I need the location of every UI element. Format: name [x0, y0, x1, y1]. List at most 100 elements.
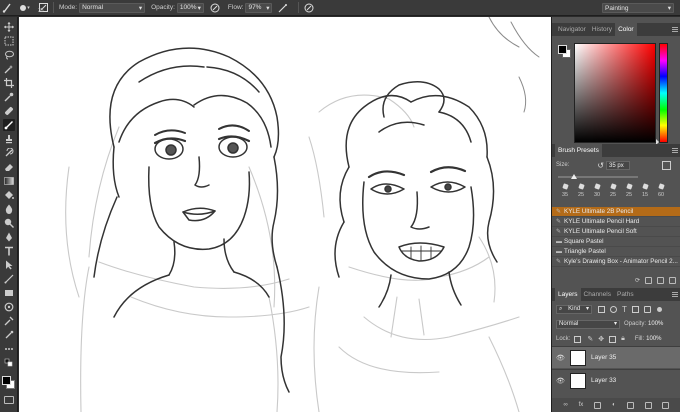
size-field[interactable]: 35 px: [606, 160, 631, 170]
eye-icon[interactable]: 👁︎: [556, 354, 566, 362]
brush-preset-item[interactable]: ▬ Square Pastel: [552, 237, 680, 247]
trash-icon[interactable]: [669, 277, 676, 284]
panel-menu-icon[interactable]: [672, 292, 678, 297]
tab-channels[interactable]: Channels: [581, 288, 614, 301]
eyedropper-tool-icon[interactable]: [3, 91, 15, 103]
size-slider-handle[interactable]: [571, 174, 577, 179]
brush-tip[interactable]: 15: [638, 183, 652, 207]
brush-alt-tool-icon[interactable]: [3, 329, 15, 341]
tab-navigator[interactable]: Navigator: [555, 23, 589, 36]
healing-brush-tool-icon[interactable]: [3, 105, 15, 117]
panel-menu-icon[interactable]: [672, 148, 678, 153]
quick-mask-icon[interactable]: [4, 396, 14, 404]
rotate-view-tool-icon[interactable]: [3, 301, 15, 313]
eye-icon[interactable]: 👁︎: [556, 377, 566, 385]
opacity-value: 100%: [179, 4, 197, 11]
filter-pixel-icon[interactable]: [598, 305, 605, 313]
hand-tool-icon[interactable]: [3, 287, 15, 299]
pressure-size-icon[interactable]: [302, 2, 316, 14]
mode-select[interactable]: Normal ▾: [79, 2, 146, 13]
brush-settings-icon[interactable]: [645, 277, 652, 284]
zoom-tool-icon[interactable]: [3, 315, 15, 327]
kind-filter-select[interactable]: ⌕ Kind ▾: [556, 304, 592, 314]
lock-all-icon[interactable]: 🔒︎: [621, 335, 625, 343]
reset-size-icon[interactable]: ↺: [597, 161, 604, 170]
tab-history[interactable]: History: [589, 23, 615, 36]
brush-tip[interactable]: 25: [622, 183, 636, 207]
pen-tool-icon[interactable]: [3, 231, 15, 243]
filter-shape-icon[interactable]: [631, 305, 639, 313]
eraser-tool-icon[interactable]: [3, 161, 15, 173]
adjustment-layer-icon[interactable]: ◐: [612, 402, 616, 408]
brush-tip[interactable]: 25: [574, 183, 588, 207]
blend-mode-select[interactable]: Normal ▾: [556, 319, 620, 329]
lock-pixels-icon[interactable]: ✎: [587, 335, 593, 343]
filter-adjustment-icon[interactable]: [610, 305, 617, 313]
fill-value[interactable]: 100%: [646, 336, 661, 342]
brush-tool-icon[interactable]: [0, 2, 14, 14]
layer-row[interactable]: 👁︎ Layer 33: [552, 369, 680, 391]
hue-slider[interactable]: [659, 43, 668, 143]
flow-field[interactable]: 97% ▾: [245, 2, 273, 13]
path-selection-tool-icon[interactable]: [3, 259, 15, 271]
tab-layers[interactable]: Layers: [555, 288, 581, 301]
crop-tool-icon[interactable]: [3, 77, 15, 89]
airbrush-icon[interactable]: [276, 2, 290, 14]
tab-color[interactable]: Color: [615, 23, 637, 36]
brush-preset-item[interactable]: ✎ Kyle's Drawing Box - Animator Pencil 2.…: [552, 257, 680, 267]
more-tools-icon[interactable]: [3, 343, 15, 355]
brush-preset-item[interactable]: ✎ KYLE Ultimate Pencil Hard: [552, 217, 680, 227]
color-picker-field[interactable]: [574, 43, 656, 143]
brush-preset-item[interactable]: ✎ KYLE Ultimate Pencil Soft: [552, 227, 680, 237]
brush-tip[interactable]: 30: [590, 183, 604, 207]
filter-smart-object-icon[interactable]: [643, 305, 651, 313]
toggle-brush-panel-icon[interactable]: ⟳: [635, 277, 640, 284]
document-canvas[interactable]: [19, 17, 551, 412]
marquee-tool-icon[interactable]: [3, 35, 15, 47]
rectangle-tool-icon[interactable]: [3, 273, 15, 285]
add-mask-icon[interactable]: [594, 401, 602, 409]
move-tool-icon[interactable]: [3, 21, 15, 33]
lasso-tool-icon[interactable]: [3, 49, 15, 61]
new-brush-icon[interactable]: [657, 277, 664, 284]
brush-tip[interactable]: 25: [606, 183, 620, 207]
brush-preset-item[interactable]: ▬ Triangle Pastel: [552, 247, 680, 257]
brush-preset-item[interactable]: ✎ KYLE Ultimate 2B Pencil: [552, 207, 680, 217]
new-group-icon[interactable]: [626, 401, 634, 409]
blur-tool-icon[interactable]: [3, 203, 15, 215]
new-preset-icon[interactable]: [662, 161, 671, 170]
trash-icon[interactable]: [662, 401, 670, 409]
filter-type-icon[interactable]: T: [622, 305, 627, 314]
brush-tip[interactable]: 60: [654, 183, 668, 207]
history-brush-tool-icon[interactable]: [3, 147, 15, 159]
gradient-tool-icon[interactable]: [3, 175, 15, 187]
quick-selection-tool-icon[interactable]: [3, 63, 15, 75]
type-tool-icon[interactable]: [3, 245, 15, 257]
lock-artboard-icon[interactable]: [609, 335, 617, 343]
clone-stamp-tool-icon[interactable]: [3, 133, 15, 145]
paint-bucket-tool-icon[interactable]: [3, 189, 15, 201]
opacity-field[interactable]: 100% ▾: [176, 2, 204, 13]
workspace-switcher[interactable]: Painting ▾: [602, 3, 674, 13]
foreground-color-swatch[interactable]: [2, 376, 11, 385]
brush-tool-icon[interactable]: [3, 119, 15, 131]
panel-menu-icon[interactable]: [672, 27, 678, 32]
default-colors-icon[interactable]: [3, 357, 15, 369]
pressure-opacity-icon[interactable]: [208, 2, 222, 14]
link-layers-icon[interactable]: ∞: [563, 402, 567, 408]
opacity-value[interactable]: 100%: [648, 321, 663, 327]
foreground-color-swatch[interactable]: [558, 45, 567, 54]
brush-tip[interactable]: 35: [558, 183, 572, 207]
lock-transparency-icon[interactable]: [574, 335, 582, 343]
brush-tip-icon: [625, 183, 633, 190]
lock-position-icon[interactable]: ✥: [598, 335, 604, 343]
layer-style-icon[interactable]: fx: [579, 402, 584, 408]
dodge-tool-icon[interactable]: [3, 217, 15, 229]
layer-row[interactable]: 👁︎ Layer 35: [552, 346, 680, 368]
new-layer-icon[interactable]: [644, 401, 652, 409]
brush-preset-picker[interactable]: ▾: [14, 2, 36, 14]
tab-paths[interactable]: Paths: [614, 288, 637, 301]
filter-toggle-icon[interactable]: [656, 306, 662, 312]
tab-brush-presets[interactable]: Brush Presets: [555, 144, 602, 157]
size-slider[interactable]: [558, 174, 638, 179]
